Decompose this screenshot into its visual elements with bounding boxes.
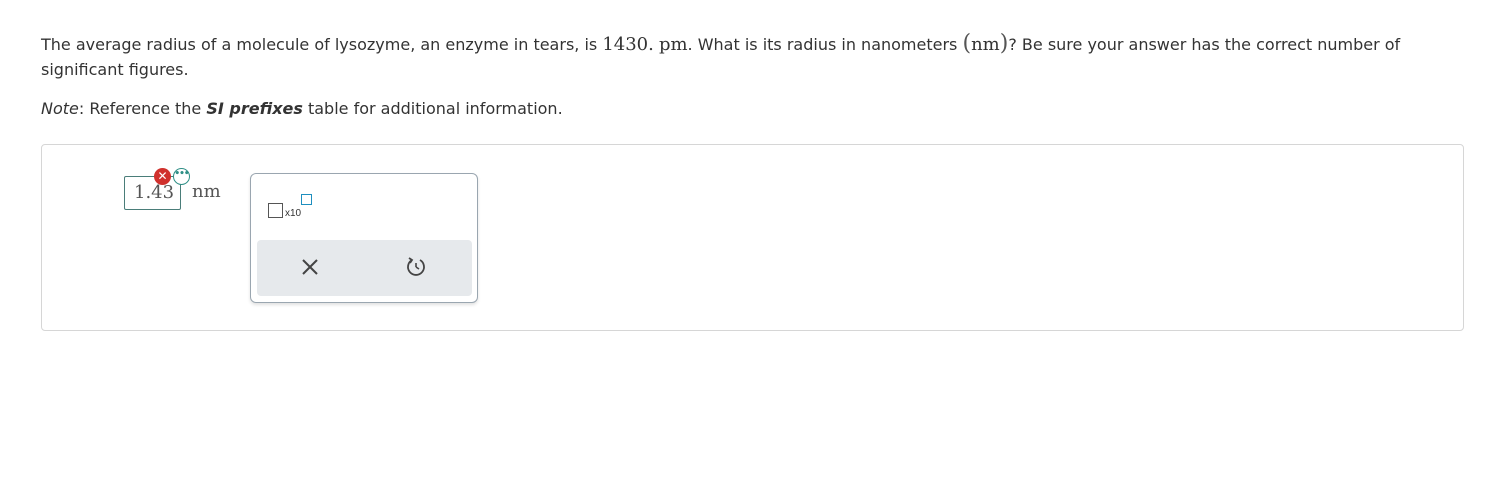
mantissa-box-icon [268,203,283,218]
scientific-notation-button[interactable]: x10 [268,194,316,222]
question-part1: The average radius of a molecule of lyso… [41,35,603,54]
note-label: Note [41,99,79,118]
note-colon-text: : Reference the [78,99,207,118]
sci-notation-label: x10 [285,208,302,219]
answer-input[interactable]: 1.43 [124,176,181,210]
undo-icon [407,257,425,276]
answer-panel: 1.43 ✕ ••• nm x10 [41,144,1464,331]
close-icon [302,259,318,275]
question-part2: . What is its radius in nanometers [687,35,963,54]
exponent-box-icon [301,194,312,205]
more-options-icon[interactable]: ••• [173,168,190,185]
reset-button[interactable] [405,255,431,281]
answer-unit: nm [192,181,221,202]
paren-open: ( [962,31,972,56]
given-unit: pm [658,34,688,55]
question-text: The average radius of a molecule of lyso… [41,31,1451,82]
math-tool-panel: x10 [250,173,478,303]
target-unit: nm [971,34,1000,55]
note-rest: table for additional information. [302,99,563,118]
given-value: 1430. [602,34,654,55]
clear-button[interactable] [297,254,323,280]
note-text: Note: Reference the SI prefixes table fo… [41,96,563,121]
incorrect-icon: ✕ [154,168,171,185]
tool-action-bar [257,240,472,296]
si-prefixes-link[interactable]: SI prefixes [206,99,303,118]
